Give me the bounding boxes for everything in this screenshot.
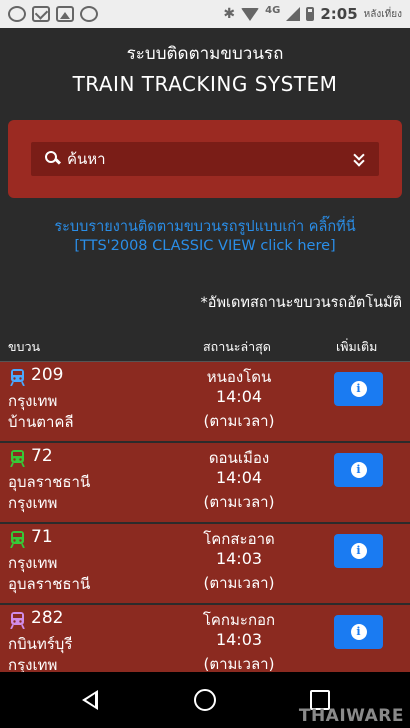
auto-update-note: *อัพเดทสถานะขบวนรถอัตโนมัติ (200, 295, 402, 311)
train-number: 72 (31, 446, 53, 466)
table-row: 209 กรุงเทพ บ้านตาคลี หนองโดน 14:04 (ตาม… (0, 362, 410, 443)
header-more: เพิ่มเติม (336, 339, 378, 354)
status-time: 14:04 (215, 387, 263, 406)
train-list: 209 กรุงเทพ บ้านตาคลี หนองโดน 14:04 (ตาม… (0, 362, 410, 686)
info-button[interactable]: i (334, 534, 383, 568)
train-icon (10, 450, 25, 467)
page-title-thai: ระบบติดตามขบวนรถ (126, 44, 284, 64)
clock-time: 2:05 (320, 5, 358, 23)
train-number: 282 (31, 608, 64, 628)
home-icon[interactable] (194, 689, 216, 711)
train-number: 71 (31, 527, 53, 547)
header-train: ขบวน (8, 339, 41, 354)
status-time: 14:03 (215, 549, 263, 568)
train-destination: กรุงเทพ (8, 494, 58, 512)
status-time: 14:03 (215, 630, 263, 649)
page-title-english: TRAIN TRACKING SYSTEM (72, 72, 338, 96)
train-icon (10, 369, 25, 386)
image-icon (56, 6, 74, 22)
info-icon: i (350, 381, 367, 397)
classic-view-link[interactable]: ระบบรายงานติดตามขบวนรถรูปแบบเก่า คลิ๊กที… (0, 218, 410, 256)
status-time: 14:04 (215, 468, 263, 487)
info-icon: i (350, 543, 367, 559)
info-icon: i (350, 462, 367, 478)
app-badge-icon (80, 6, 98, 22)
record-icon (8, 6, 26, 22)
table-row: 72 อุบลราชธานี กรุงเทพ ดอนเมือง 14:04 (ต… (0, 443, 410, 524)
current-station: โคกสะอาด (203, 530, 275, 548)
search-icon (45, 151, 61, 167)
signal-icon (286, 7, 301, 21)
system-icons: ✱ 4G 2:05 หลังเที่ยง (223, 4, 402, 24)
notification-icons (8, 6, 98, 22)
back-icon[interactable] (82, 690, 98, 710)
double-chevron-down-icon (353, 149, 365, 167)
search-label: ค้นหา (67, 150, 106, 168)
status-bar: ✱ 4G 2:05 หลังเที่ยง (0, 0, 410, 28)
current-station: ดอนเมือง (208, 449, 270, 467)
watermark-logo: THAIWARE (298, 706, 404, 726)
battery-icon (306, 7, 315, 21)
network-type: 4G (265, 4, 281, 16)
info-button[interactable]: i (334, 453, 383, 487)
bluetooth-icon: ✱ (223, 6, 236, 22)
wifi-icon (241, 7, 260, 21)
train-destination: บ้านตาคลี (8, 413, 74, 431)
train-icon (10, 531, 25, 548)
mail-icon (32, 6, 50, 22)
status-note: (ตามเวลา) (203, 412, 275, 430)
current-station: หนองโดน (206, 368, 272, 386)
search-toggle[interactable]: ค้นหา (31, 142, 379, 176)
classic-view-link-line2: [TTS'2008 CLASSIC VIEW click here] (74, 238, 336, 254)
table-row: 71 กรุงเทพ อุบลราชธานี โคกสะอาด 14:03 (ต… (0, 524, 410, 605)
header-status: สถานะล่าสุด (203, 339, 271, 354)
train-icon (10, 612, 25, 629)
info-button[interactable]: i (334, 615, 383, 649)
clock-period: หลังเที่ยง (363, 8, 402, 20)
train-destination: อุบลราชธานี (8, 575, 91, 593)
search-panel: ค้นหา (8, 120, 402, 198)
train-number: 209 (31, 365, 64, 385)
info-button[interactable]: i (334, 372, 383, 406)
status-note: (ตามเวลา) (203, 493, 275, 511)
current-station: โคกมะกอก (202, 611, 276, 629)
info-icon: i (350, 624, 367, 640)
status-note: (ตามเวลา) (203, 574, 275, 592)
classic-view-link-line1: ระบบรายงานติดตามขบวนรถรูปแบบเก่า คลิ๊กที… (54, 219, 356, 235)
table-header: ขบวน สถานะล่าสุด เพิ่มเติม (0, 335, 410, 362)
